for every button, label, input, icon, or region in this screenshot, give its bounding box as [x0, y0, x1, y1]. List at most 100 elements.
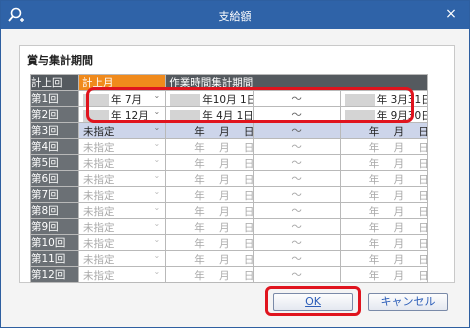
start-date-field[interactable]: 年 月 日	[165, 154, 254, 171]
row-label: 第6回	[30, 170, 79, 187]
chevron-down-icon[interactable]: ⌄	[154, 140, 161, 149]
month-select[interactable]: 未指定 ⌄	[77, 170, 167, 187]
chevron-down-icon[interactable]: ⌄	[154, 108, 161, 117]
start-date-value: 年 月 日	[194, 270, 253, 282]
end-date-value: 年 9月30日	[376, 110, 428, 122]
row-label: 第5回	[30, 154, 79, 171]
range-separator: ～	[252, 122, 341, 139]
range-separator: ～	[252, 186, 341, 203]
header-period: 作業時間集計期間	[165, 74, 428, 91]
month-select[interactable]: 未指定 ⌄	[77, 122, 167, 139]
start-date-field[interactable]: 年 月 日	[165, 170, 254, 187]
chevron-down-icon[interactable]: ⌄	[154, 172, 161, 181]
month-select[interactable]: 未指定 ⌄	[77, 202, 167, 219]
start-date-field[interactable]: 年 月 日	[165, 186, 254, 203]
window-title: 支給額	[218, 10, 252, 23]
start-date-value: 年 月 日	[194, 174, 253, 186]
start-date-value: 年 月 日	[194, 158, 253, 170]
row-label: 第11回	[30, 250, 79, 267]
row-label: 第8回	[30, 202, 79, 219]
start-date-field[interactable]: 年 月 日	[165, 250, 254, 267]
start-date-value: 年 月 日	[194, 238, 253, 250]
group-title: 賞与集計期間	[27, 54, 93, 67]
end-date-field[interactable]: 年 月 日	[339, 218, 429, 235]
month-select[interactable]: 年 7月 ⌄	[77, 90, 167, 107]
end-date-field[interactable]: 年 月 日	[339, 186, 429, 203]
chevron-down-icon[interactable]: ⌄	[154, 124, 161, 133]
row-label: 第2回	[30, 106, 79, 123]
table-row: 第12回 未指定 ⌄ 年 月 日～年 月 日	[30, 266, 429, 283]
range-separator: ～	[252, 202, 341, 219]
table-header-row: 計上回 計上月 作業時間集計期間	[30, 74, 428, 91]
start-date-value: 年 4月 1日	[202, 110, 253, 122]
chevron-down-icon[interactable]: ⌄	[154, 92, 161, 101]
table-row: 第10回 未指定 ⌄ 年 月 日～年 月 日	[30, 234, 429, 251]
end-date-value: 年 月 日	[368, 254, 428, 266]
end-date-field[interactable]: 年 月 日	[339, 138, 429, 155]
redacted-year	[344, 110, 375, 122]
chevron-down-icon[interactable]: ⌄	[154, 204, 161, 213]
chevron-down-icon[interactable]: ⌄	[154, 252, 161, 261]
chevron-down-icon[interactable]: ⌄	[154, 236, 161, 245]
end-date-field[interactable]: 年 月 日	[339, 250, 429, 267]
chevron-down-icon[interactable]: ⌄	[154, 268, 161, 277]
close-icon[interactable]: ×	[443, 6, 459, 22]
start-date-field[interactable]: 年 月 日	[165, 138, 254, 155]
table-row: 第6回 未指定 ⌄ 年 月 日～年 月 日	[30, 170, 429, 187]
end-date-field[interactable]: 年 3月31日	[339, 90, 429, 107]
row-label: 第4回	[30, 138, 79, 155]
chevron-down-icon[interactable]: ⌄	[154, 156, 161, 165]
start-date-field[interactable]: 年 月 日	[165, 122, 254, 139]
ok-button[interactable]: OK	[273, 293, 353, 311]
start-date-field[interactable]: 年10月 1日	[165, 90, 254, 107]
end-date-field[interactable]: 年 月 日	[339, 154, 429, 171]
start-date-value: 年 月 日	[194, 222, 253, 234]
month-value: 未指定	[83, 254, 115, 266]
chevron-down-icon[interactable]: ⌄	[154, 188, 161, 197]
month-value: 未指定	[83, 126, 115, 138]
table-row: 第11回 未指定 ⌄ 年 月 日～年 月 日	[30, 250, 429, 267]
redacted-year	[170, 110, 201, 122]
month-select[interactable]: 未指定 ⌄	[77, 250, 167, 267]
month-value: 未指定	[83, 142, 115, 154]
month-select[interactable]: 未指定 ⌄	[77, 266, 167, 283]
month-select[interactable]: 未指定 ⌄	[77, 234, 167, 251]
start-date-field[interactable]: 年 4月 1日	[165, 106, 254, 123]
end-date-field[interactable]: 年 月 日	[339, 266, 429, 283]
end-date-field[interactable]: 年 月 日	[339, 234, 429, 251]
start-date-value: 年 月 日	[194, 206, 253, 218]
month-select[interactable]: 年 12月 ⌄	[77, 106, 167, 123]
range-separator: ～	[252, 138, 341, 155]
end-date-field[interactable]: 年 9月30日	[339, 106, 429, 123]
row-label: 第7回	[30, 186, 79, 203]
end-date-value: 年 月 日	[368, 174, 428, 186]
month-value: 年 7月	[111, 94, 143, 106]
end-date-field[interactable]: 年 月 日	[339, 122, 429, 139]
end-date-value: 年 月 日	[368, 206, 428, 218]
month-select[interactable]: 未指定 ⌄	[77, 138, 167, 155]
start-date-value: 年 月 日	[194, 142, 253, 154]
table-row: 第7回 未指定 ⌄ 年 月 日～年 月 日	[30, 186, 429, 203]
range-separator: ～	[252, 234, 341, 251]
cancel-button[interactable]: キャンセル	[368, 293, 448, 311]
end-date-field[interactable]: 年 月 日	[339, 202, 429, 219]
start-date-field[interactable]: 年 月 日	[165, 218, 254, 235]
month-select[interactable]: 未指定 ⌄	[77, 154, 167, 171]
chevron-down-icon[interactable]: ⌄	[154, 220, 161, 229]
end-date-value: 年 月 日	[368, 158, 428, 170]
range-separator: ～	[252, 90, 341, 107]
start-date-field[interactable]: 年 月 日	[165, 266, 254, 283]
month-value: 未指定	[83, 158, 115, 170]
row-label: 第12回	[30, 266, 79, 283]
row-label: 第10回	[30, 234, 79, 251]
start-date-field[interactable]: 年 月 日	[165, 234, 254, 251]
month-select[interactable]: 未指定 ⌄	[77, 218, 167, 235]
month-value: 未指定	[83, 238, 115, 250]
start-date-field[interactable]: 年 月 日	[165, 202, 254, 219]
redacted-year	[83, 94, 109, 106]
table-row: 第3回 未指定 ⌄ 年 月 日～年 月 日	[30, 122, 429, 139]
table-row: 第4回 未指定 ⌄ 年 月 日～年 月 日	[30, 138, 429, 155]
end-date-field[interactable]: 年 月 日	[339, 170, 429, 187]
header-round: 計上回	[30, 74, 79, 91]
month-select[interactable]: 未指定 ⌄	[77, 186, 167, 203]
